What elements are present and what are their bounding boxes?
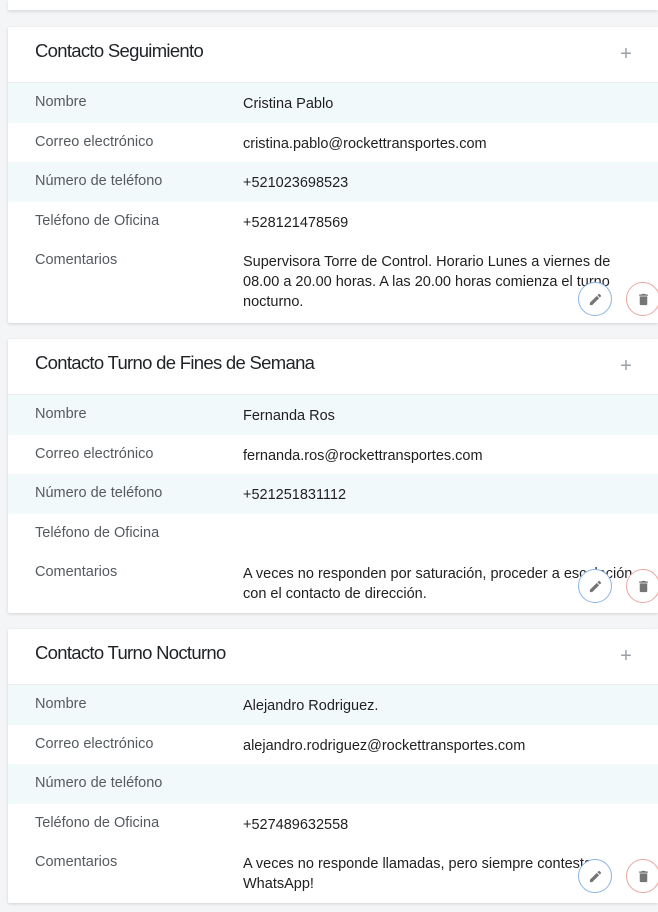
- field-label: Comentarios: [35, 564, 118, 580]
- field-label: Número de teléfono: [35, 173, 163, 189]
- field-row-telefono: Número de teléfono +521023698523: [8, 162, 658, 202]
- card-header: Contacto Turno de Fines de Semana +: [8, 339, 658, 395]
- trash-icon: [638, 870, 648, 882]
- field-value: +521023698523: [243, 175, 349, 191]
- edit-button[interactable]: [578, 859, 612, 893]
- trash-icon: [638, 293, 648, 305]
- field-value: Fernanda Ros: [243, 408, 335, 424]
- field-label: Correo electrónico: [35, 445, 154, 462]
- field-row-comentarios: Comentarios A veces no responde llamadas…: [8, 843, 658, 903]
- field-value: cristina.pablo@rockettransportes.com: [243, 135, 487, 152]
- card-title: Contacto Turno de Fines de Semana: [35, 352, 315, 373]
- field-value: +527489632558: [243, 816, 349, 833]
- edit-button[interactable]: [578, 569, 612, 603]
- delete-button[interactable]: [626, 569, 658, 603]
- field-label: Nombre: [35, 696, 87, 712]
- field-value: fernanda.ros@rockettransportes.com: [243, 447, 483, 464]
- field-label: Comentarios: [35, 854, 118, 870]
- card-header: Contacto Turno Nocturno +: [8, 629, 658, 685]
- plus-icon[interactable]: +: [616, 644, 636, 668]
- field-row-comentarios: Comentarios A veces no responden por sat…: [8, 553, 658, 613]
- pencil-icon: [589, 580, 601, 592]
- field-row-comentarios: Comentarios Supervisora Torre de Control…: [8, 241, 658, 318]
- field-row-telefono: Número de teléfono +521251831112: [8, 474, 658, 514]
- field-row-correo: Correo electrónico fernanda.ros@rockettr…: [8, 435, 658, 475]
- field-row-oficina: Teléfono de Oficina: [8, 514, 658, 554]
- field-row-nombre: Nombre Fernanda Ros: [8, 395, 658, 435]
- plus-icon[interactable]: +: [616, 42, 636, 66]
- field-label: Nombre: [35, 94, 87, 110]
- contact-card-nocturno: Contacto Turno Nocturno + Nombre Alejand…: [8, 629, 658, 903]
- field-row-oficina: Teléfono de Oficina +528121478569: [8, 202, 658, 242]
- delete-button[interactable]: [626, 859, 658, 893]
- contact-card-seguimiento: Contacto Seguimiento + Nombre Cristina P…: [8, 27, 658, 323]
- field-row-oficina: Teléfono de Oficina +527489632558: [8, 804, 658, 844]
- field-row-nombre: Nombre Cristina Pablo: [8, 83, 658, 123]
- field-row-correo: Correo electrónico cristina.pablo@rocket…: [8, 123, 658, 163]
- delete-button[interactable]: [626, 282, 658, 316]
- field-label: Nombre: [35, 406, 87, 422]
- field-row-nombre: Nombre Alejandro Rodriguez.: [8, 685, 658, 725]
- field-value: alejandro.rodriguez@rockettransportes.co…: [243, 737, 526, 754]
- field-value: +521251831112: [243, 487, 347, 503]
- card-title: Contacto Seguimiento: [35, 40, 204, 61]
- field-value: +528121478569: [243, 214, 349, 231]
- trash-icon: [638, 580, 648, 592]
- previous-card-edge: [8, 0, 658, 10]
- card-title: Contacto Turno Nocturno: [35, 642, 226, 663]
- pencil-icon: [589, 293, 601, 305]
- field-label: Correo electrónico: [35, 735, 154, 752]
- pencil-icon: [589, 870, 601, 882]
- card-header: Contacto Seguimiento +: [8, 27, 658, 83]
- field-value: Cristina Pablo: [243, 96, 334, 112]
- contact-card-fines-de-semana: Contacto Turno de Fines de Semana + Nomb…: [8, 339, 658, 613]
- field-value: Alejandro Rodriguez.: [243, 698, 379, 714]
- field-row-correo: Correo electrónico alejandro.rodriguez@r…: [8, 725, 658, 765]
- field-label: Teléfono de Oficina: [35, 212, 160, 229]
- field-label: Comentarios: [35, 252, 118, 268]
- field-label: Número de teléfono: [35, 485, 163, 501]
- plus-icon[interactable]: +: [616, 354, 636, 378]
- field-label: Número de teléfono: [35, 775, 163, 791]
- edit-button[interactable]: [578, 282, 612, 316]
- field-label: Correo electrónico: [35, 133, 154, 150]
- field-label: Teléfono de Oficina: [35, 524, 160, 541]
- field-row-telefono: Número de teléfono: [8, 764, 658, 804]
- field-label: Teléfono de Oficina: [35, 814, 160, 831]
